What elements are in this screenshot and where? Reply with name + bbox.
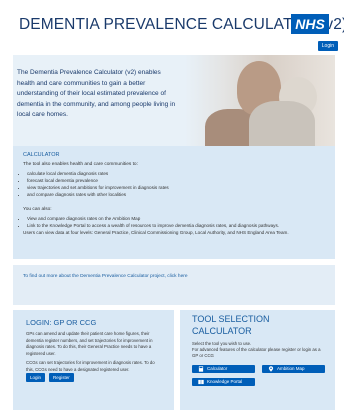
login-button[interactable]: Login [26,373,46,382]
hero-photo [185,55,335,153]
list-item: calculate local dementia diagnosis rates [27,170,169,177]
list-item: and compare diagnosis rates with other l… [27,191,169,198]
login-panel-title: LOGIN: GP OR CCG [26,318,97,327]
login-panel-text-ccg: CCGs can set trajectories for improvemen… [26,360,155,372]
tool-panel-subtitle: CALCULATOR [192,326,252,336]
nhs-logo[interactable]: NHS [291,14,329,34]
calculator-feature-list: calculate local dementia diagnosis rates… [19,170,169,198]
map-pin-icon [268,366,274,372]
header: DEMENTIA PREVALENCE CALCULATOR (v2) NHS [13,12,344,40]
find-out-more-link[interactable]: To find out more about the Dementia Prev… [23,274,188,279]
list-item: forecast local dementia prevalence [27,177,169,184]
login-panel-buttons: Login Register [26,373,74,382]
calculator-button-label: Calculator [207,366,228,371]
login-panel: LOGIN: GP OR CCG GPs can amend and updat… [13,310,174,410]
header-login-button[interactable]: Login [317,41,338,51]
register-button[interactable]: Register [49,373,74,382]
knowledge-portal-button[interactable]: Knowledge Portal [192,378,255,386]
tool-panel-title: TOOL SELECTION [192,314,270,324]
list-item: view trajectories and set ambitions for … [27,184,169,191]
calculator-icon [198,366,204,372]
calculator-also-label: You can also: [23,207,52,212]
book-icon [198,379,204,385]
list-item[interactable]: View and compare diagnosis rates on the … [27,215,279,222]
ambition-map-button[interactable]: Ambition Map [262,365,325,373]
calculator-heading: CALCULATOR [23,152,60,158]
hero-text: The Dementia Prevalence Calculator (v2) … [17,69,176,118]
hero-banner: The Dementia Prevalence Calculator (v2) … [13,55,335,153]
list-item[interactable]: Link to the Knowledge Portal to access a… [27,222,279,229]
knowledge-portal-button-label: Knowledge Portal [207,379,243,384]
users-note: Users can view data at four levels: Gene… [23,230,289,235]
calculator-also-list: View and compare diagnosis rates on the … [19,215,279,229]
ambition-map-button-label: Ambition Map [277,366,305,371]
calculator-intro: The tool also enables health and care co… [23,162,138,167]
calculator-info-box: CALCULATOR The tool also enables health … [13,146,335,259]
tool-panel-advanced-text: For advanced features of the calculator … [192,347,321,358]
calculator-button[interactable]: Calculator [192,365,255,373]
login-panel-text-gp: GPs can amend and update their patient c… [26,331,153,356]
info-bar: To find out more about the Dementia Prev… [13,265,335,305]
page: DEMENTIA PREVALENCE CALCULATOR (v2) NHS … [0,0,344,410]
tool-selection-panel: TOOL SELECTION CALCULATOR Select the too… [180,310,335,410]
